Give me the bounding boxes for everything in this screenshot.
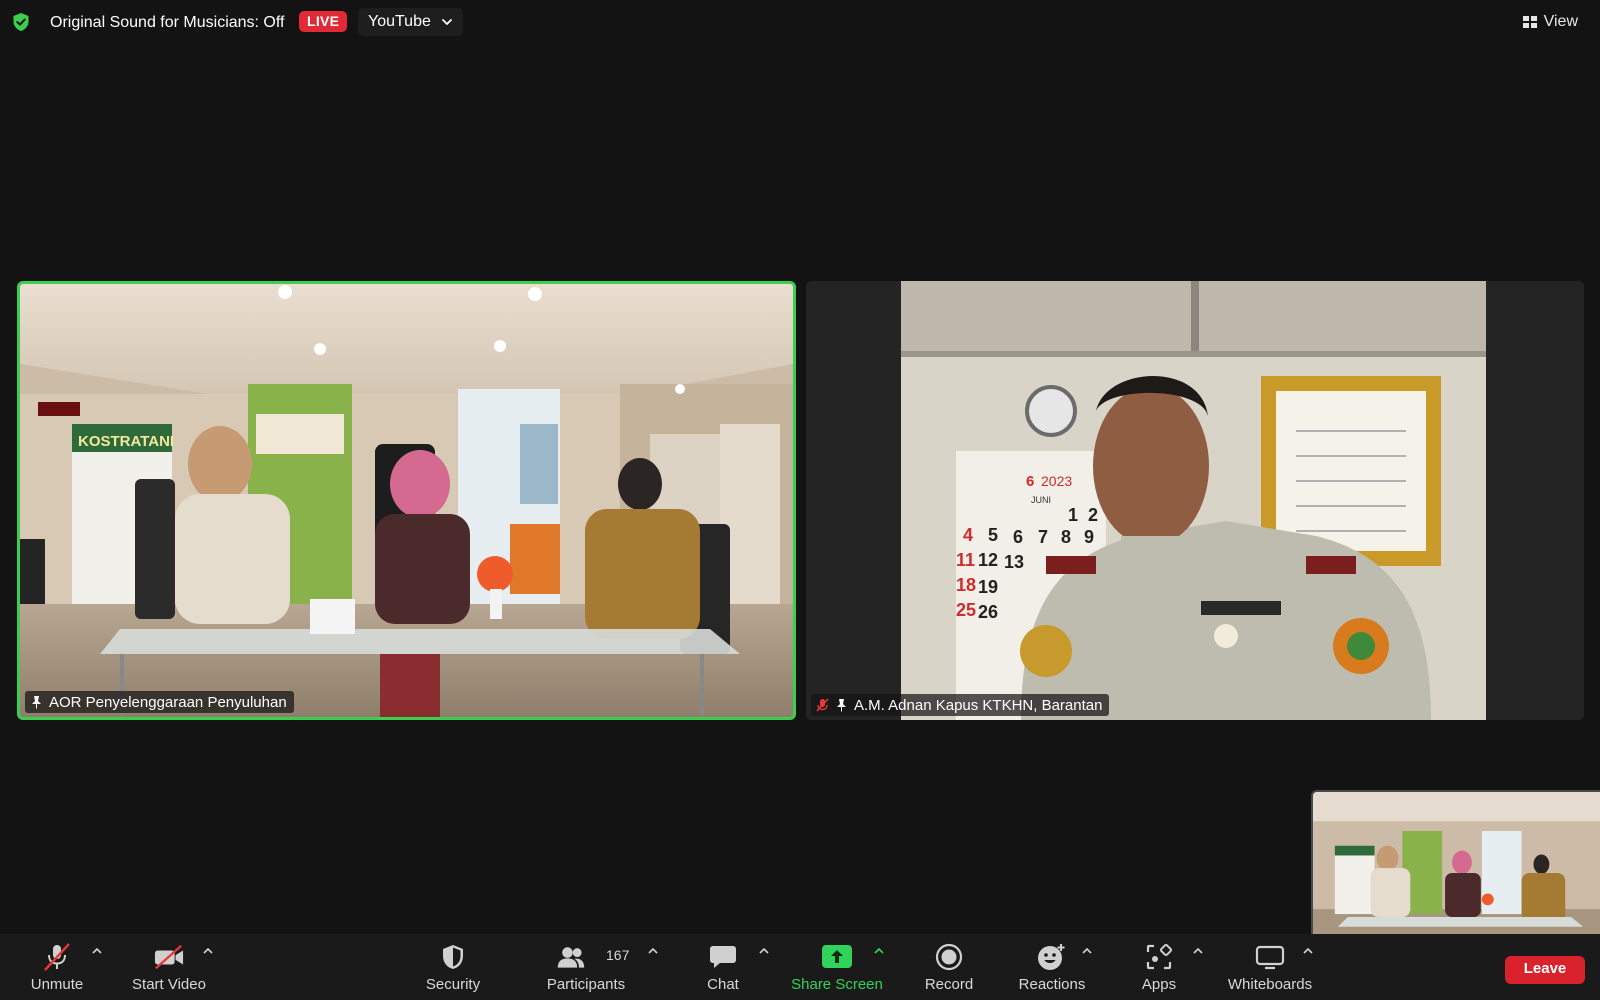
participant-nameplate: AOR Penyelenggaraan Penyuluhan: [25, 691, 294, 713]
unmute-label: Unmute: [30, 976, 84, 993]
calendar-day: 19: [978, 577, 998, 597]
video-feed-office: 6 2023 JUNI 1 2 4 5 6 7 8 9 11 12 13 18 …: [806, 281, 1584, 720]
original-sound-toggle[interactable]: Original Sound for Musicians: Off: [50, 14, 284, 32]
calendar-day: 18: [956, 575, 976, 595]
stream-target-dropdown[interactable]: YouTube: [358, 8, 463, 36]
mic-muted-icon: [44, 943, 70, 971]
security-label: Security: [425, 976, 481, 993]
participant-count: 167: [606, 947, 630, 963]
whiteboards-button[interactable]: Whiteboards: [1224, 934, 1316, 1000]
participants-button[interactable]: Participants: [543, 934, 629, 1000]
whiteboards-label: Whiteboards: [1227, 976, 1313, 993]
calendar-year: 2023: [1041, 473, 1072, 489]
chat-icon: [710, 946, 736, 968]
unmute-button[interactable]: Unmute: [26, 934, 88, 1000]
reactions-icon: [1038, 944, 1065, 970]
whiteboard-icon: [1255, 945, 1285, 970]
calendar-day: 13: [1004, 552, 1024, 572]
caret-up-icon[interactable]: [873, 946, 885, 956]
calendar-day: 7: [1038, 527, 1048, 547]
calendar-day: 5: [988, 525, 998, 545]
participants-icon: [557, 947, 585, 968]
shield-icon: [443, 945, 463, 969]
apps-button[interactable]: Apps: [1140, 934, 1178, 1000]
apps-label: Apps: [1141, 976, 1177, 993]
calendar-day: 26: [978, 602, 998, 622]
participant-name: A.M. Adnan Kapus KTKHN, Barantan: [854, 696, 1103, 714]
caret-up-icon[interactable]: [1302, 946, 1314, 956]
meeting-toolbar: Unmute Start Video Security Participants…: [0, 934, 1600, 1000]
caret-up-icon[interactable]: [758, 946, 770, 956]
caret-up-icon[interactable]: [647, 946, 659, 956]
caret-up-icon[interactable]: [91, 946, 103, 956]
caret-up-icon[interactable]: [1081, 946, 1093, 956]
top-bar: Original Sound for Musicians: Off LIVE Y…: [0, 0, 1600, 44]
calendar-day: 25: [956, 600, 976, 620]
calendar-day: 8: [1061, 527, 1071, 547]
grid-view-icon: [1522, 16, 1537, 28]
pin-icon: [32, 696, 41, 709]
start-video-label: Start Video: [132, 976, 206, 993]
calendar-day: 2: [1088, 505, 1098, 525]
participants-label: Participants: [546, 976, 626, 993]
record-button[interactable]: Record: [922, 934, 976, 1000]
calendar-day: 12: [978, 550, 998, 570]
leave-button[interactable]: Leave: [1505, 956, 1585, 984]
record-label: Record: [924, 976, 974, 993]
share-screen-label: Share Screen: [791, 976, 883, 993]
shield-check-icon[interactable]: [12, 12, 30, 32]
share-screen-icon: [822, 945, 852, 968]
calendar-day: 1: [1068, 505, 1078, 525]
apps-icon: [1146, 943, 1173, 970]
security-button[interactable]: Security: [418, 934, 488, 1000]
reactions-button[interactable]: Reactions: [1017, 934, 1087, 1000]
stream-target-label: YouTube: [368, 13, 431, 30]
reactions-label: Reactions: [1018, 976, 1086, 993]
view-label: View: [1543, 13, 1578, 30]
video-tile-aor[interactable]: KOSTRATANI AOR Penyelenggaraan Penyuluha…: [17, 281, 796, 720]
calendar-month-number: 6: [1026, 473, 1034, 490]
view-button[interactable]: View: [1515, 8, 1586, 36]
participant-name: AOR Penyelenggaraan Penyuluhan: [49, 693, 287, 711]
live-badge: LIVE: [299, 11, 348, 32]
video-off-icon: [154, 944, 184, 970]
chat-button[interactable]: Chat: [703, 934, 743, 1000]
chat-label: Chat: [707, 976, 739, 993]
svg-text:KOSTRATANI: KOSTRATANI: [78, 433, 174, 450]
participant-nameplate: A.M. Adnan Kapus KTKHN, Barantan: [811, 694, 1110, 716]
video-feed-room: KOSTRATANI: [20, 284, 793, 717]
start-video-button[interactable]: Start Video: [125, 934, 213, 1000]
record-icon: [935, 943, 963, 971]
calendar-day: 9: [1084, 527, 1094, 547]
caret-up-icon[interactable]: [202, 946, 214, 956]
caret-up-icon[interactable]: [1192, 946, 1204, 956]
pin-icon: [837, 699, 846, 712]
chevron-down-icon: [441, 19, 452, 25]
calendar-day: 11: [956, 550, 975, 570]
calendar-day: 6: [1013, 527, 1023, 547]
calendar-day: 4: [963, 525, 973, 545]
share-screen-button[interactable]: Share Screen: [789, 934, 885, 1000]
video-tile-adnan[interactable]: 6 2023 JUNI 1 2 4 5 6 7 8 9 11 12 13 18 …: [806, 281, 1584, 720]
calendar-month-name: JUNI: [1031, 495, 1051, 505]
muted-mic-icon: [816, 698, 829, 712]
